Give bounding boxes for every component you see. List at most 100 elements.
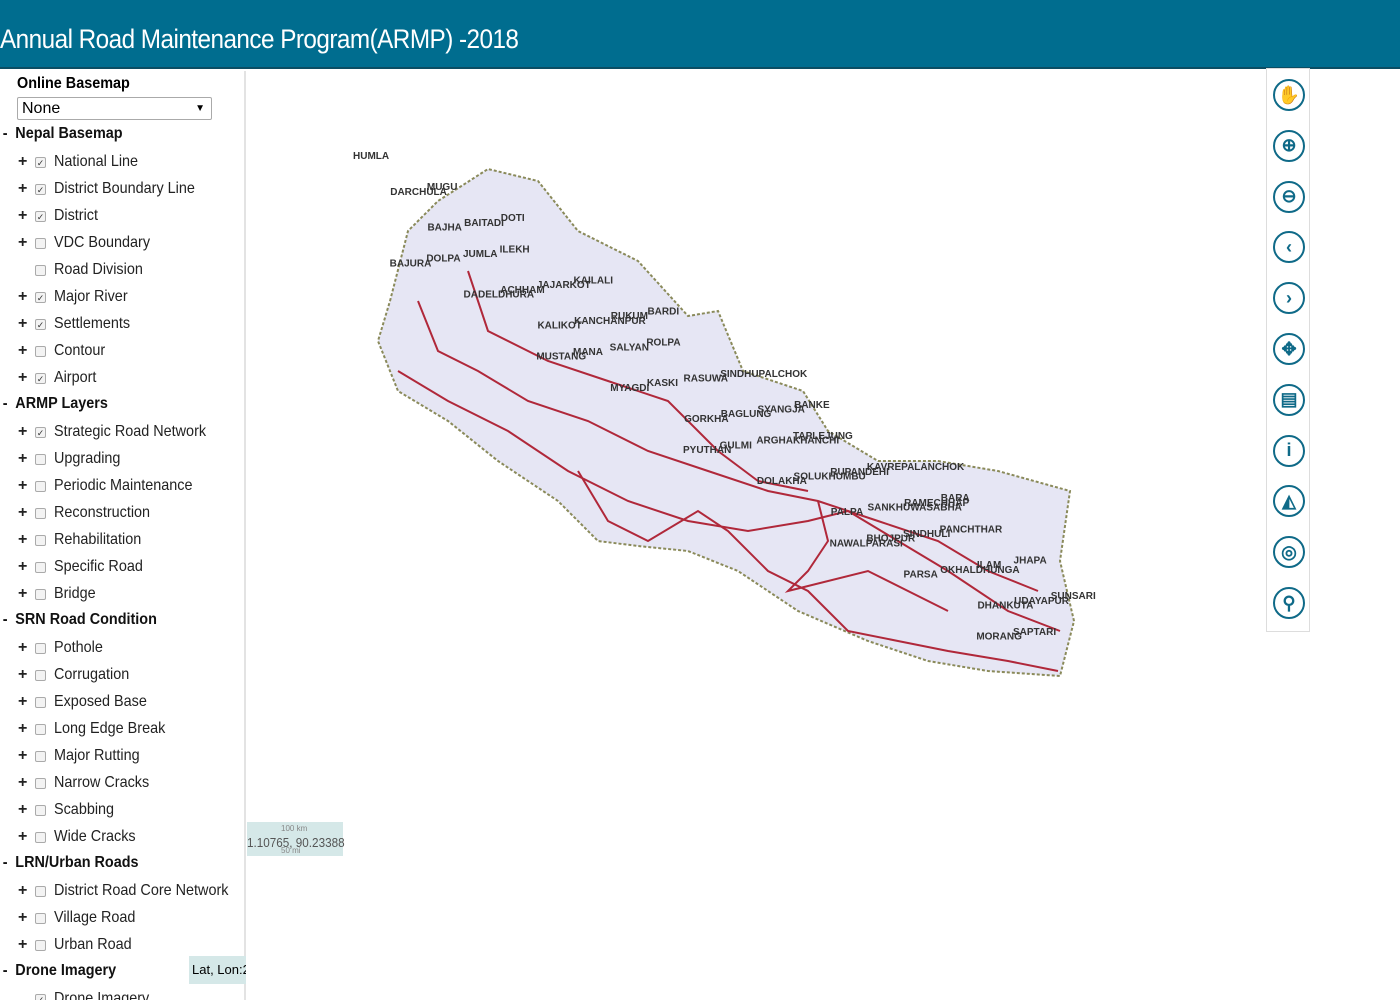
layer-checkbox[interactable]: ✓	[35, 156, 46, 168]
layer-checkbox[interactable]	[35, 264, 46, 276]
layer-item[interactable]: + ✓ Settlements	[18, 314, 138, 334]
layer-item[interactable]: + Exposed Base	[18, 692, 157, 712]
expand-icon[interactable]: +	[18, 504, 35, 522]
previous-extent-icon[interactable]: ‹	[1273, 231, 1305, 264]
layer-group-0[interactable]: - Nepal Basemap	[0, 125, 123, 143]
layer-checkbox[interactable]: ✓	[35, 426, 46, 438]
layer-checkbox[interactable]	[35, 912, 46, 924]
layer-item[interactable]: ✓ Drone Imagery	[18, 989, 160, 1000]
layer-checkbox[interactable]: ✓	[35, 183, 46, 195]
expand-icon[interactable]: +	[18, 234, 35, 252]
expand-icon[interactable]: +	[18, 342, 35, 360]
layer-item[interactable]: + Village Road	[18, 908, 144, 928]
layer-item[interactable]: + Contour	[18, 341, 111, 361]
layer-checkbox[interactable]	[35, 345, 46, 357]
expand-icon[interactable]: +	[18, 828, 35, 846]
layer-item[interactable]: + Rehabilitation	[18, 530, 151, 550]
layer-checkbox[interactable]	[35, 561, 46, 573]
zoom-in-icon[interactable]: ⊕	[1273, 129, 1305, 162]
expand-icon[interactable]: +	[18, 450, 35, 468]
layer-checkbox[interactable]	[35, 507, 46, 519]
expand-icon[interactable]: +	[18, 882, 35, 900]
layer-group-2[interactable]: - SRN Road Condition	[0, 611, 157, 629]
layer-item[interactable]: + District Road Core Network	[18, 881, 244, 901]
full-extent-icon[interactable]: ✥	[1273, 333, 1305, 365]
expand-icon[interactable]: +	[18, 585, 35, 603]
expand-icon[interactable]: +	[18, 315, 35, 333]
expand-icon[interactable]: +	[18, 801, 35, 819]
expand-icon[interactable]: +	[18, 288, 35, 306]
layer-item[interactable]: + Upgrading	[18, 449, 128, 469]
expand-icon[interactable]: +	[18, 666, 35, 684]
expand-icon[interactable]: +	[18, 909, 35, 927]
layer-item[interactable]: + Pothole	[18, 638, 108, 658]
layer-checkbox[interactable]: ✓	[35, 993, 46, 1000]
layer-group-1[interactable]: - ARMP Layers	[0, 395, 108, 413]
expand-icon[interactable]: +	[18, 423, 35, 441]
collapse-icon[interactable]: -	[0, 611, 15, 629]
layer-item[interactable]: + ✓ National Line	[18, 152, 147, 172]
layer-checkbox[interactable]: ✓	[35, 210, 46, 222]
expand-icon[interactable]: +	[18, 693, 35, 711]
layer-item[interactable]: + ✓ Major River	[18, 287, 136, 307]
zoom-out-icon[interactable]: ⊖	[1273, 180, 1305, 213]
layer-item[interactable]: + ✓ District	[18, 206, 103, 226]
expand-icon[interactable]: +	[18, 531, 35, 549]
pan-hand-icon[interactable]: ✋	[1273, 79, 1305, 111]
expand-icon[interactable]: +	[18, 639, 35, 657]
layer-checkbox[interactable]	[35, 804, 46, 816]
collapse-icon[interactable]: -	[0, 854, 15, 872]
layer-item[interactable]: + Reconstruction	[18, 503, 161, 523]
layer-item[interactable]: + VDC Boundary	[18, 233, 161, 253]
next-extent-icon[interactable]: ›	[1273, 282, 1305, 315]
layer-item[interactable]: + Corrugation	[18, 665, 138, 685]
collapse-icon[interactable]: -	[0, 395, 15, 413]
layer-checkbox[interactable]	[35, 237, 46, 249]
expand-icon[interactable]: +	[18, 369, 35, 387]
layer-item[interactable]: + Long Edge Break	[18, 719, 178, 739]
map-canvas[interactable]: HUMLADARCHULABAJHABAJURAMUGUBAITADIDOLPA…	[248, 71, 1258, 771]
layer-item[interactable]: + Specific Road	[18, 557, 153, 577]
expand-icon[interactable]: +	[18, 747, 35, 765]
layer-item[interactable]: + Major Rutting	[18, 746, 149, 766]
layer-item[interactable]: + ✓ Strategic Road Network	[18, 422, 223, 442]
layer-item[interactable]: + Scabbing	[18, 800, 121, 820]
layer-checkbox[interactable]	[35, 642, 46, 654]
expand-icon[interactable]: +	[18, 180, 35, 198]
layer-checkbox[interactable]	[35, 534, 46, 546]
expand-icon[interactable]: +	[18, 153, 35, 171]
expand-icon[interactable]: +	[18, 477, 35, 495]
layer-checkbox[interactable]	[35, 588, 46, 600]
layer-checkbox[interactable]	[35, 453, 46, 465]
info-icon[interactable]: i	[1273, 434, 1305, 467]
layer-item[interactable]: + Urban Road	[18, 935, 140, 955]
measure-distance-icon[interactable]: ⚲	[1273, 587, 1305, 619]
layer-item[interactable]: + ✓ District Boundary Line	[18, 179, 211, 199]
road-icon[interactable]: ◭	[1273, 485, 1305, 518]
layer-checkbox[interactable]	[35, 750, 46, 762]
layer-checkbox[interactable]	[35, 480, 46, 492]
collapse-icon[interactable]: -	[0, 962, 15, 980]
layer-item[interactable]: + ✓ Airport	[18, 368, 101, 388]
layer-item[interactable]: + Wide Cracks	[18, 827, 145, 847]
expand-icon[interactable]: +	[18, 207, 35, 225]
expand-icon[interactable]: +	[18, 936, 35, 954]
layer-checkbox[interactable]	[35, 831, 46, 843]
layer-group-3[interactable]: - LRN/Urban Roads	[0, 854, 139, 872]
layer-checkbox[interactable]: ✓	[35, 291, 46, 303]
layer-checkbox[interactable]	[35, 939, 46, 951]
expand-icon[interactable]: +	[18, 720, 35, 738]
print-icon[interactable]: ▤	[1273, 383, 1305, 416]
expand-icon[interactable]: +	[18, 774, 35, 792]
layer-checkbox[interactable]	[35, 723, 46, 735]
layer-item[interactable]: Road Division	[18, 260, 153, 280]
layer-checkbox[interactable]: ✓	[35, 372, 46, 384]
collapse-icon[interactable]: -	[0, 125, 15, 143]
layer-checkbox[interactable]: ✓	[35, 318, 46, 330]
layer-checkbox[interactable]	[35, 669, 46, 681]
expand-icon[interactable]: +	[18, 558, 35, 576]
layer-item[interactable]: + Narrow Cracks	[18, 773, 160, 793]
layer-group-4[interactable]: - Drone Imagery	[0, 962, 116, 980]
layer-item[interactable]: + Periodic Maintenance	[18, 476, 208, 496]
layer-checkbox[interactable]	[35, 885, 46, 897]
